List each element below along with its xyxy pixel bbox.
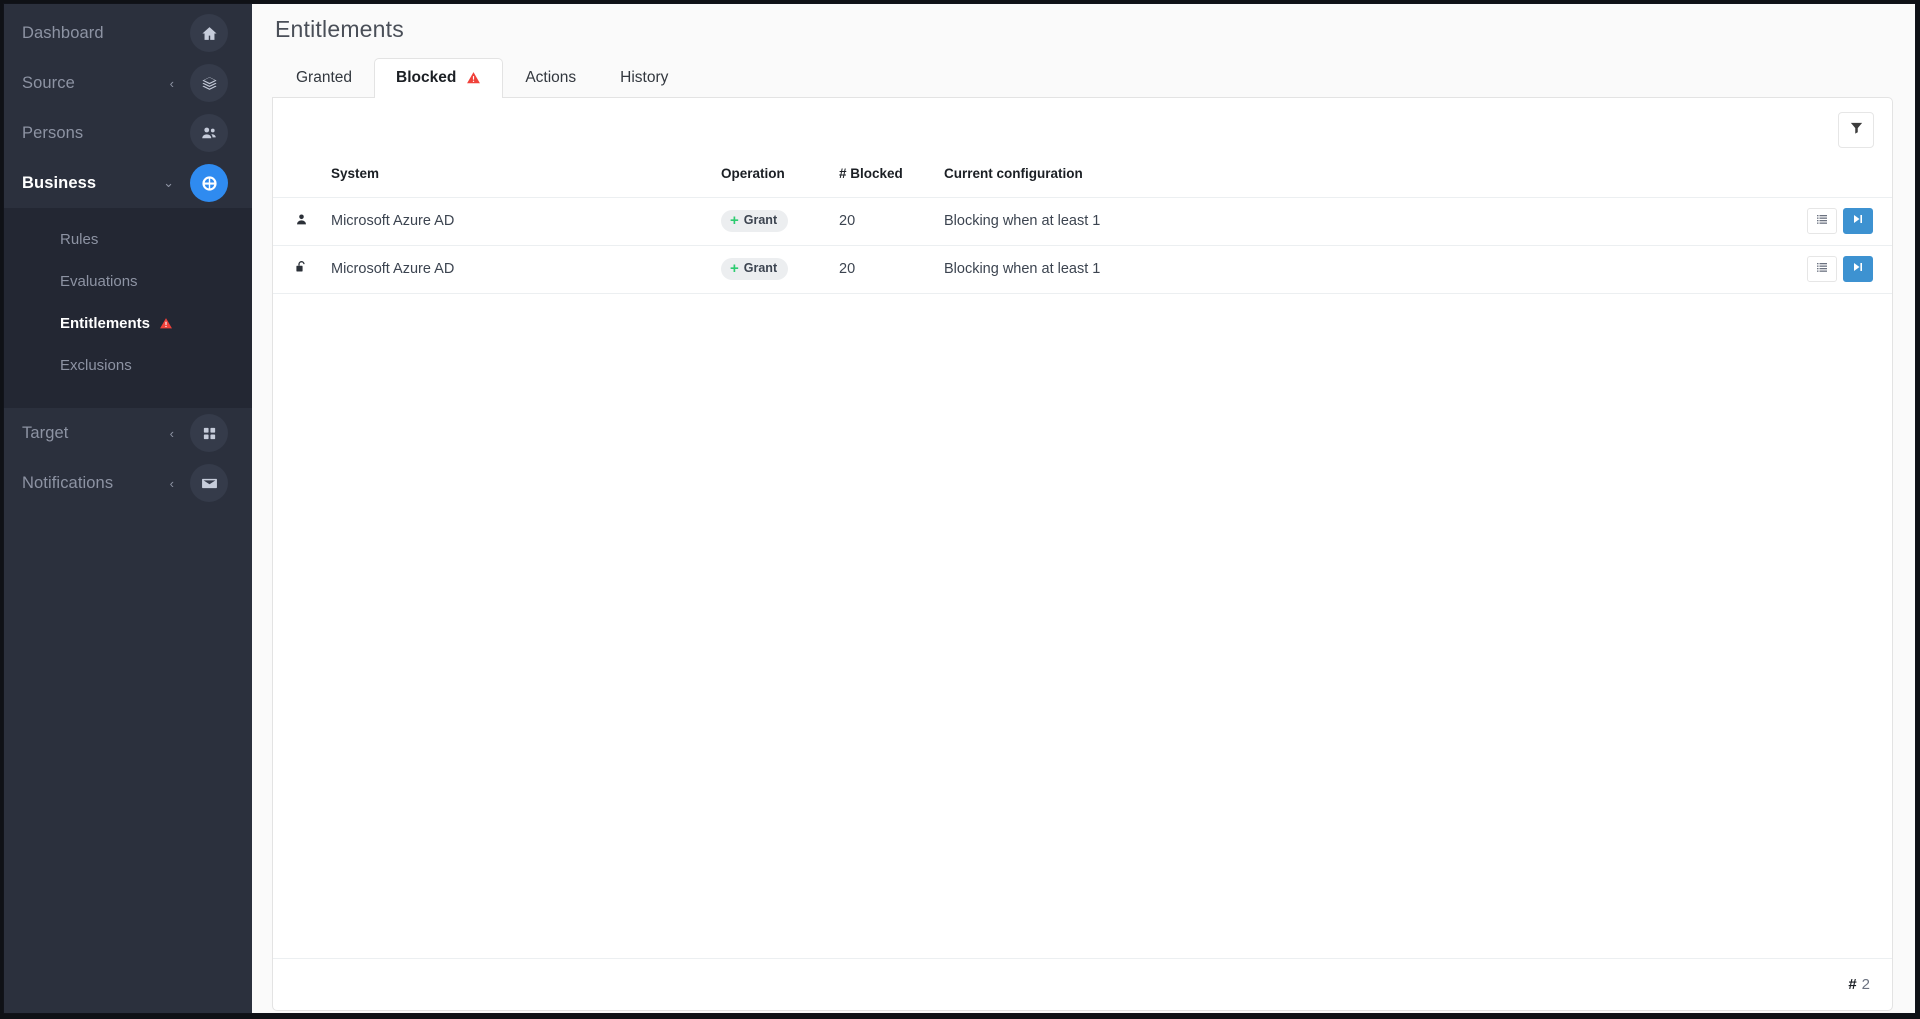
table-head: System Operation # Blocked Current confi… [273,156,1892,198]
plus-icon: + [730,212,739,229]
main-content: Entitlements Granted Blocked Actions His… [252,4,1915,1013]
table-empty-space [273,294,1892,959]
row-count: 2 [1861,976,1870,993]
column-header-configuration: Current configuration [944,165,1083,181]
sidebar-subitem-exclusions[interactable]: Exclusions [4,344,252,386]
row-actions [1772,256,1892,282]
tab-granted[interactable]: Granted [274,58,374,98]
row-blocked-count: 20 [839,196,944,245]
entitlements-card: System Operation # Blocked Current confi… [272,96,1893,1011]
sidebar-item-label: Target [22,423,69,442]
table-header-row: System Operation # Blocked Current confi… [273,156,1892,198]
warning-triangle-icon [159,317,173,330]
sidebar-subitem-label: Evaluations [60,272,138,290]
column-header-blocked: # Blocked [839,165,903,181]
page-title: Entitlements [275,16,404,42]
sidebar-item-source[interactable]: Source ‹ [4,58,252,108]
tab-actions[interactable]: Actions [503,58,598,98]
operation-label: Grant [743,260,778,275]
row-actions-cell [1772,196,1892,245]
app-window: Dashboard Source ‹ Persons Business ⌄ Ru… [3,3,1916,1014]
table-body: Microsoft Azure AD + Grant 20 Blocking w… [273,196,1892,294]
entitlements-table: System Operation # Blocked Current confi… [273,156,1892,294]
sidebar-item-label: Notifications [22,473,114,492]
tab-label: Blocked [396,69,457,86]
plus-icon: + [730,260,739,277]
filter-button[interactable] [1838,111,1874,148]
unlock-icon [295,260,308,274]
sidebar-item-label: Persons [22,123,84,142]
warning-triangle-icon [466,71,481,85]
filter-icon [1849,120,1864,140]
grid-icon [190,414,228,452]
user-icon [295,213,308,226]
skip-forward-icon [1852,213,1864,229]
skip-forward-button[interactable] [1843,256,1873,282]
row-operation-cell: + Grant [721,244,839,294]
table-row[interactable]: Microsoft Azure AD + Grant 20 Blocking w… [273,244,1892,294]
sidebar-item-notifications[interactable]: Notifications ‹ [4,458,252,508]
people-icon [190,114,228,152]
row-system: Microsoft Azure AD [331,244,721,294]
chevron-left-icon: ‹ [169,425,174,441]
home-icon [190,14,228,52]
table-toolbar [273,98,1892,156]
sidebar-subitem-label: Entitlements [60,314,151,332]
chevron-left-icon: ‹ [169,75,174,91]
tab-history[interactable]: History [598,58,690,98]
tab-label: History [620,69,669,86]
column-header-type [273,156,331,198]
sidebar-item-persons[interactable]: Persons [4,108,252,158]
row-actions [1772,208,1892,234]
row-actions-cell [1772,244,1892,294]
sidebar-item-label: Business [22,173,97,192]
list-button[interactable] [1807,256,1837,282]
tab-label: Granted [296,69,353,86]
operation-label: Grant [743,212,778,227]
skip-forward-button[interactable] [1843,208,1873,234]
row-type-cell [273,244,331,294]
sidebar-item-label: Source [22,73,75,92]
tab-bar: Granted Blocked Actions History [272,57,1893,98]
chevron-down-icon: ⌄ [163,175,174,190]
table-row[interactable]: Microsoft Azure AD + Grant 20 Blocking w… [273,196,1892,245]
column-header-operation: Operation [721,165,785,181]
sidebar-subitem-label: Rules [60,230,99,248]
table-footer: # 2 [273,958,1892,1010]
sidebar-subitem-label: Exclusions [60,356,132,374]
row-operation-cell: + Grant [721,196,839,245]
tab-label: Actions [525,69,577,86]
business-icon [190,164,228,202]
sidebar-subitem-entitlements[interactable]: Entitlements [4,302,252,344]
skip-forward-icon [1852,261,1864,277]
list-icon [1816,213,1828,229]
tab-blocked[interactable]: Blocked [374,58,504,98]
column-header-actions [1772,156,1892,198]
sidebar-submenu-business: Rules Evaluations Entitlements Exclusion… [4,208,252,408]
column-header-system: System [331,165,380,181]
row-blocked-count: 20 [839,244,944,294]
sidebar: Dashboard Source ‹ Persons Business ⌄ Ru… [4,4,252,1013]
count-hash-icon: # [1848,976,1857,993]
row-configuration: Blocking when at least 1 [944,196,1772,245]
layers-icon [190,64,228,102]
sidebar-item-target[interactable]: Target ‹ [4,408,252,458]
row-configuration: Blocking when at least 1 [944,244,1772,294]
sidebar-item-dashboard[interactable]: Dashboard [4,8,252,58]
sidebar-subitem-rules[interactable]: Rules [4,218,252,260]
row-type-cell [273,196,331,245]
chevron-left-icon: ‹ [169,475,174,491]
operation-badge: + Grant [721,209,789,233]
row-system: Microsoft Azure AD [331,196,721,245]
envelope-icon [190,464,228,502]
operation-badge: + Grant [721,257,789,281]
list-icon [1816,261,1828,277]
list-button[interactable] [1807,208,1837,234]
sidebar-item-label: Dashboard [22,23,104,42]
sidebar-subitem-evaluations[interactable]: Evaluations [4,260,252,302]
sidebar-item-business[interactable]: Business ⌄ [4,158,252,208]
